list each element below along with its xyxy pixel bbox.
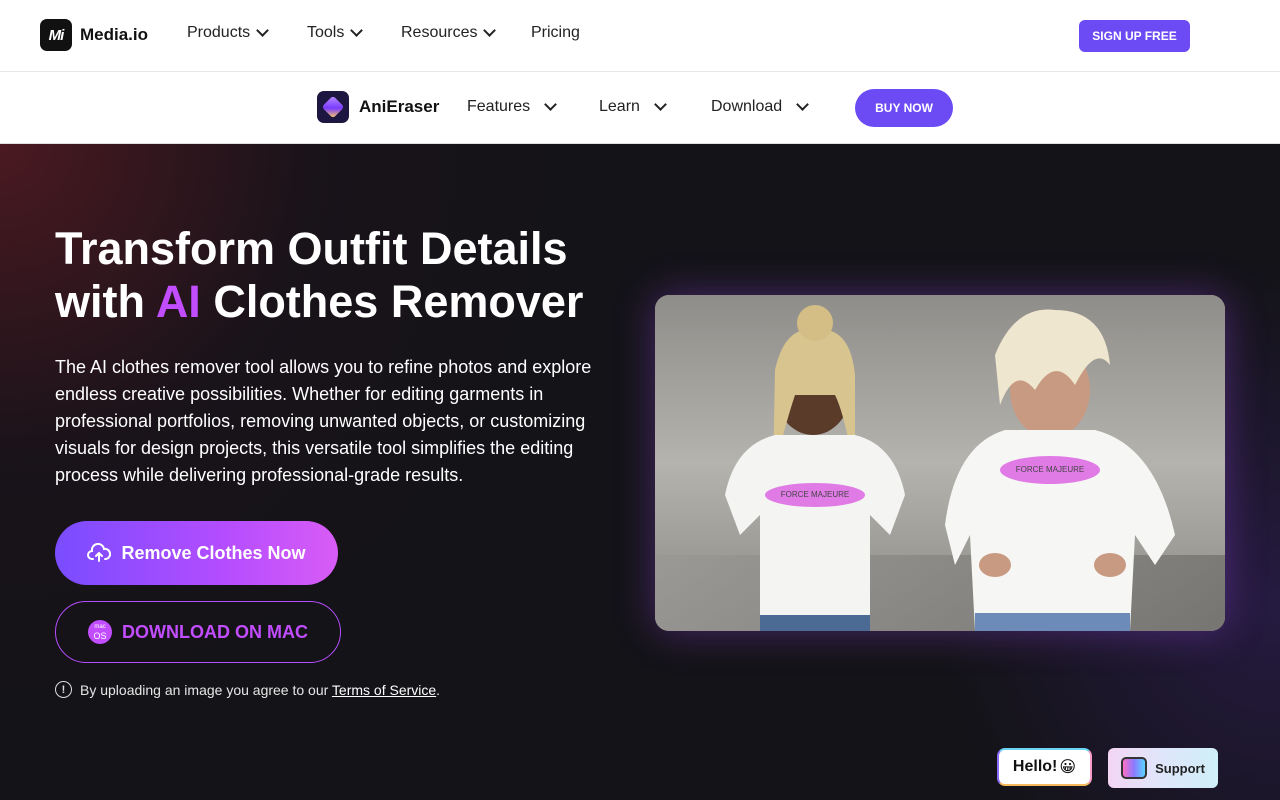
terms-prefix: By uploading an image you agree to our xyxy=(80,681,332,698)
brand[interactable]: Mi Media.io xyxy=(40,19,148,51)
product-name[interactable]: AniEraser xyxy=(359,97,439,117)
download-on-mac-button[interactable]: mac OS DOWNLOAD ON MAC xyxy=(55,601,341,663)
left-shirt-text: FORCE MAJEURE xyxy=(781,490,849,499)
nav-pricing[interactable]: Pricing xyxy=(531,24,580,42)
macos-icon: mac OS xyxy=(88,620,112,644)
chevron-down-icon xyxy=(483,24,497,37)
hero-title-accent: AI xyxy=(155,276,201,327)
hello-chat-bubble[interactable]: Hello! 😀 xyxy=(997,748,1092,786)
hero-title: Transform Outfit Details with AI Clothes… xyxy=(55,222,645,328)
hero-title-line1: Transform Outfit Details xyxy=(55,223,568,274)
chevron-down-icon xyxy=(796,98,810,111)
terms-suffix: . xyxy=(436,681,441,698)
hello-text: Hello! xyxy=(1012,758,1058,775)
buy-now-button[interactable]: BUY NOW xyxy=(855,89,953,127)
subnav-download-label: Download xyxy=(711,98,783,115)
support-label: Support xyxy=(1155,760,1205,776)
chevron-down-icon xyxy=(256,24,270,37)
subnav-learn[interactable]: Learn xyxy=(599,98,667,116)
info-icon: ! xyxy=(55,681,72,698)
right-shirt-text: FORCE MAJEURE xyxy=(1016,465,1084,474)
hero-image-illustration: FORCE MAJEURE FORCE MAJEURE xyxy=(655,295,1225,631)
hero-title-post: Clothes Remover xyxy=(200,276,584,327)
remove-clothes-now-label: Remove Clothes Now xyxy=(121,542,306,563)
anieraser-logo-icon[interactable] xyxy=(317,91,349,123)
nav-tools[interactable]: Tools xyxy=(307,24,364,42)
sign-up-free-button[interactable]: SIGN UP FREE xyxy=(1079,20,1190,52)
cloud-upload-icon xyxy=(87,543,112,562)
top-navigation: Mi Media.io Products Tools Resources Pri… xyxy=(0,0,1280,72)
chevron-down-icon xyxy=(350,24,364,37)
nav-products[interactable]: Products xyxy=(187,24,270,42)
media-io-logo-icon: Mi xyxy=(40,19,72,51)
chat-support-icon xyxy=(1121,757,1148,779)
nav-tools-label: Tools xyxy=(307,24,345,41)
subnav-download[interactable]: Download xyxy=(711,98,810,116)
remove-clothes-now-button[interactable]: Remove Clothes Now xyxy=(55,521,338,585)
nav-resources-label: Resources xyxy=(401,24,478,41)
hero-description: The AI clothes remover tool allows you t… xyxy=(55,357,592,485)
subnav-learn-label: Learn xyxy=(599,98,640,115)
nav-products-label: Products xyxy=(187,24,251,41)
subnav-features[interactable]: Features xyxy=(467,98,558,116)
terms-of-service-link[interactable]: Terms of Service xyxy=(332,682,436,698)
subnav-features-label: Features xyxy=(467,98,531,115)
chevron-down-icon xyxy=(544,98,558,111)
support-button[interactable]: Support xyxy=(1108,748,1218,788)
smile-emoji-icon: 😀 xyxy=(1059,759,1077,776)
terms-notice: ! By uploading an image you agree to our… xyxy=(55,681,440,698)
brand-name: Media.io xyxy=(80,25,149,44)
chevron-down-icon xyxy=(654,98,667,111)
hero-title-pre: with xyxy=(55,276,156,327)
download-on-mac-label: DOWNLOAD ON MAC xyxy=(122,621,308,642)
macos-icon-bottom: OS xyxy=(93,631,107,641)
hero-image: FORCE MAJEURE FORCE MAJEURE xyxy=(655,295,1225,631)
nav-resources[interactable]: Resources xyxy=(401,24,497,42)
nav-pricing-label: Pricing xyxy=(531,24,580,41)
